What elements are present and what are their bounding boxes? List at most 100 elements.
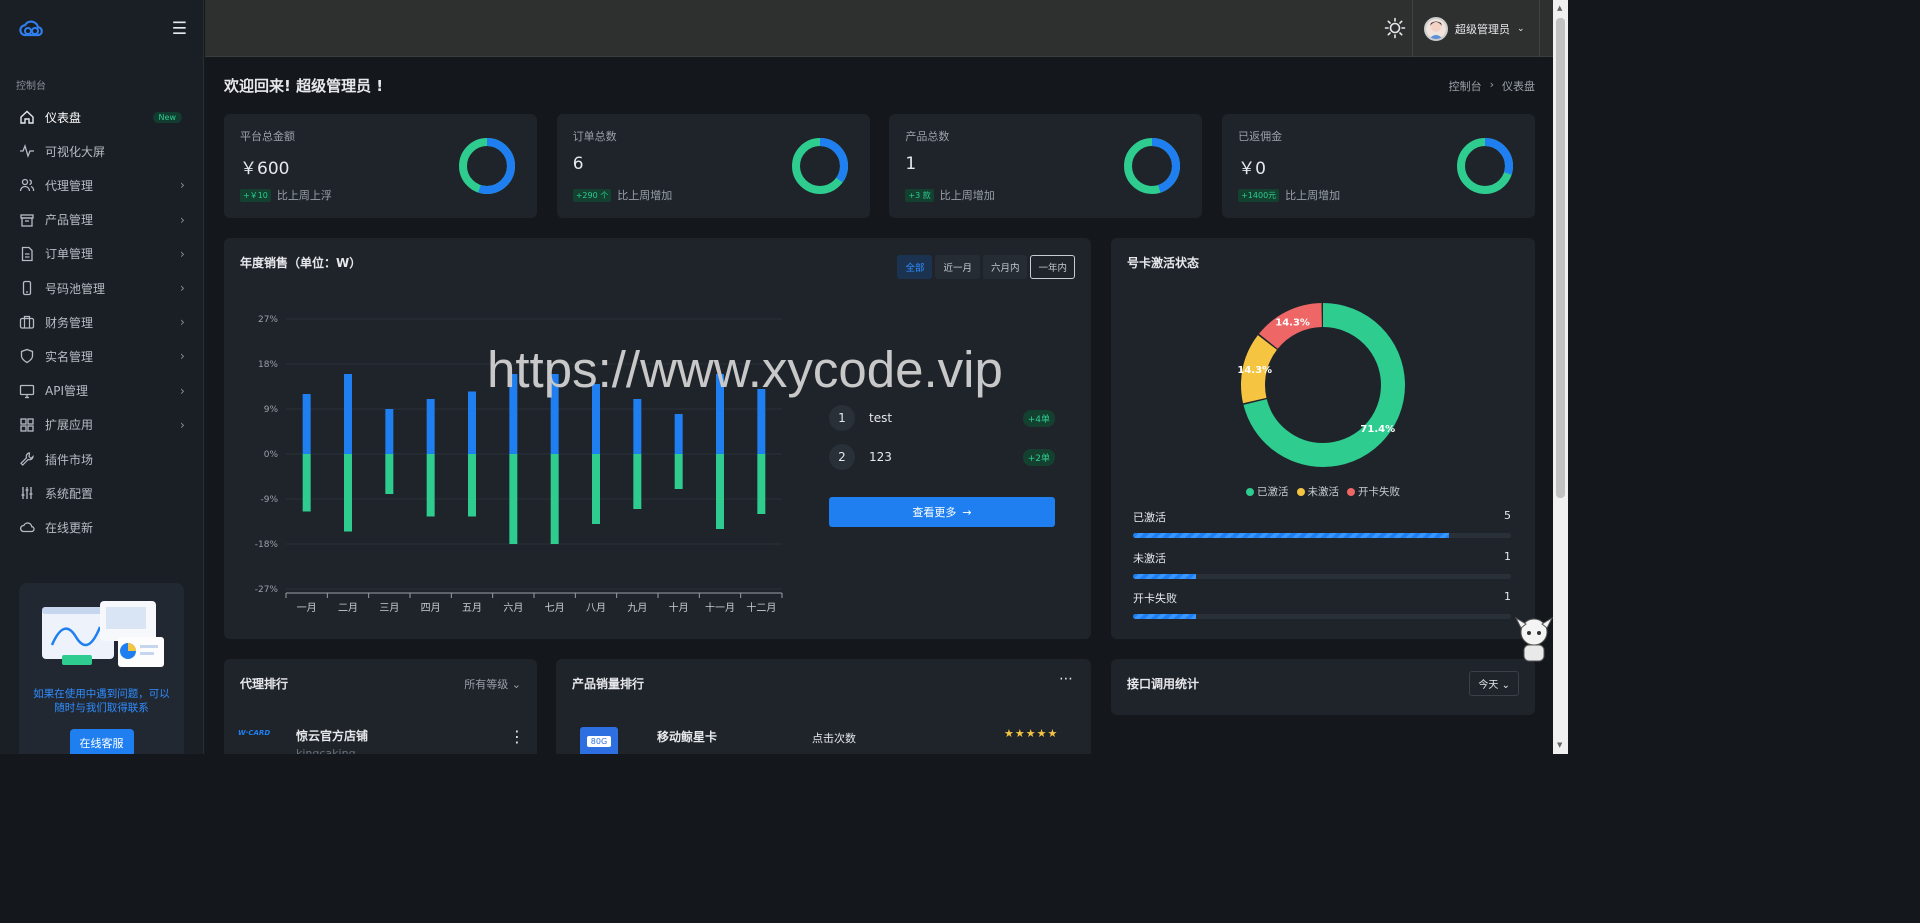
- filter-year[interactable]: 一年内: [1030, 255, 1075, 279]
- product-name[interactable]: 移动鲸星卡: [657, 728, 717, 745]
- sun-icon[interactable]: [1384, 17, 1406, 39]
- bar-0[interactable]: [468, 391, 476, 455]
- sidebar-item[interactable]: 代理管理 ›: [0, 168, 204, 202]
- bar-1[interactable]: [344, 454, 352, 532]
- more-horizontal-icon[interactable]: ⋯: [1059, 671, 1073, 687]
- product-metric-label: 点击次数: [812, 732, 856, 745]
- level-filter[interactable]: 所有等级 ⌄: [464, 676, 521, 692]
- bar-1[interactable]: [757, 454, 766, 514]
- bar-1[interactable]: [592, 454, 600, 524]
- help-card: 如果在使用中遇到问题，可以随时与我们取得联系 在线客服: [19, 583, 184, 754]
- page-title: 欢迎回来! 超级管理员 !: [224, 77, 384, 95]
- bar-1[interactable]: [716, 454, 724, 529]
- legend-item[interactable]: 未激活: [1296, 484, 1339, 499]
- menu-toggle-icon[interactable]: ☰: [172, 19, 187, 39]
- sidebar-item[interactable]: 财务管理 ›: [0, 305, 204, 339]
- stat-ring-chart: [1124, 138, 1181, 194]
- sidebar-item[interactable]: 订单管理 ›: [0, 237, 204, 271]
- monitor-icon: [19, 383, 35, 399]
- sidebar-item-label: 号码池管理: [45, 281, 106, 296]
- scroll-down-icon[interactable]: ▼: [1557, 741, 1562, 749]
- stat-ring-chart: [791, 138, 848, 194]
- sidebar-item-label: 订单管理: [45, 247, 94, 262]
- activation-donut-chart: 71.4% 14.3% 14.3%: [1237, 303, 1405, 467]
- stat-delta-badge: +3 款: [905, 188, 934, 202]
- bar-1[interactable]: [674, 454, 683, 489]
- sidebar: ☰ 控制台 仪表盘 New 可视化大屏 代理管理 › 产品管理 › 订单管理 › 号码池管理 › 财务…: [0, 0, 204, 754]
- filter-month[interactable]: 近一月: [935, 255, 980, 279]
- sidebar-item-label: 实名管理: [45, 349, 94, 364]
- logo-row: ☰: [0, 0, 203, 57]
- brand-logo[interactable]: [18, 19, 46, 39]
- stat-delta-badge: +￥10: [240, 188, 271, 202]
- agent-sub: kingcaking: [296, 747, 356, 754]
- x-tick-label: 二月: [338, 602, 358, 614]
- sidebar-item[interactable]: 仪表盘 New: [0, 100, 204, 134]
- breadcrumb-item-console[interactable]: 控制台: [1449, 78, 1482, 94]
- stat-value: ￥0: [1238, 159, 1266, 179]
- rank-name: 123: [869, 450, 892, 464]
- bar-0[interactable]: [302, 394, 311, 454]
- bar-0[interactable]: [674, 414, 683, 454]
- online-support-button[interactable]: 在线客服: [69, 729, 134, 754]
- bar-0[interactable]: [344, 374, 352, 454]
- sidebar-item[interactable]: 插件市场: [0, 442, 204, 476]
- sidebar-item[interactable]: 系统配置: [0, 476, 204, 510]
- breadcrumb-item-dashboard: 仪表盘: [1502, 80, 1535, 93]
- sidebar-item[interactable]: 产品管理 ›: [0, 203, 204, 237]
- stat-card: 已返佣金 ￥0 +1400元 比上周增加: [1222, 114, 1536, 218]
- sidebar-item[interactable]: 扩展应用 ›: [0, 408, 204, 442]
- y-tick-label: -18%: [255, 540, 279, 550]
- filter-all[interactable]: 全部: [897, 255, 933, 279]
- bar-1[interactable]: [302, 454, 311, 512]
- sidebar-item[interactable]: API管理 ›: [0, 374, 204, 408]
- user-menu[interactable]: 超级管理员 ⌄: [1412, 0, 1540, 57]
- y-tick-label: -27%: [255, 585, 279, 595]
- progress-track: [1133, 533, 1511, 538]
- sidebar-item[interactable]: 在线更新: [0, 510, 204, 544]
- mascot-icon[interactable]: [1512, 612, 1556, 668]
- rank-number: 1: [829, 405, 855, 431]
- bar-1[interactable]: [509, 454, 518, 544]
- progress-count: 1: [1504, 550, 1511, 563]
- view-more-button[interactable]: 查看更多 →: [829, 497, 1055, 527]
- scroll-up-icon[interactable]: ▲: [1557, 4, 1562, 12]
- filter-six-months[interactable]: 六月内: [982, 255, 1028, 279]
- sliders-icon: [19, 485, 35, 501]
- y-tick-label: 9%: [264, 405, 279, 415]
- bar-1[interactable]: [550, 454, 559, 544]
- rank-row: 1 test +4单: [829, 404, 1055, 432]
- x-tick-label: 五月: [462, 602, 482, 614]
- legend-label: 已激活: [1257, 486, 1289, 498]
- bar-0[interactable]: [633, 399, 642, 454]
- stat-footer: +￥10 比上周上浮: [240, 187, 332, 203]
- chevron-down-icon: ⌄: [1517, 23, 1525, 34]
- bar-1[interactable]: [468, 454, 476, 517]
- scrollbar-thumb[interactable]: [1556, 18, 1565, 498]
- rank-name: test: [869, 411, 893, 425]
- sidebar-item[interactable]: 可视化大屏: [0, 134, 204, 168]
- bar-1[interactable]: [385, 454, 394, 494]
- more-vertical-icon[interactable]: ⋮: [509, 729, 525, 745]
- legend-item[interactable]: 已激活: [1246, 484, 1289, 499]
- legend-item[interactable]: 开卡失败: [1347, 484, 1400, 499]
- api-stats-card: 接口调用统计 今天 ⌄: [1111, 659, 1535, 715]
- bar-1[interactable]: [426, 454, 435, 517]
- agent-name[interactable]: 惊云官方店铺: [296, 727, 368, 744]
- sidebar-item-label: 插件市场: [45, 452, 94, 467]
- top-bar: 超级管理员 ⌄: [205, 0, 1553, 57]
- period-select[interactable]: 今天 ⌄: [1469, 671, 1519, 696]
- rank-row: 2 123 +2单: [829, 443, 1055, 471]
- phone-icon: [19, 280, 35, 296]
- watermark-text: https://www.xycode.vip: [487, 341, 1003, 398]
- sidebar-item[interactable]: 实名管理 ›: [0, 339, 204, 373]
- bar-0[interactable]: [426, 399, 435, 454]
- stat-footer-text: 比上周上浮: [276, 189, 332, 202]
- legend-swatch: [1246, 487, 1254, 496]
- bar-0[interactable]: [385, 409, 394, 454]
- stat-footer-text: 比上周增加: [939, 189, 995, 202]
- avatar: [1424, 16, 1448, 41]
- sidebar-item[interactable]: 号码池管理 ›: [0, 271, 204, 305]
- bar-1[interactable]: [633, 454, 642, 509]
- stat-value: ￥600: [240, 159, 290, 179]
